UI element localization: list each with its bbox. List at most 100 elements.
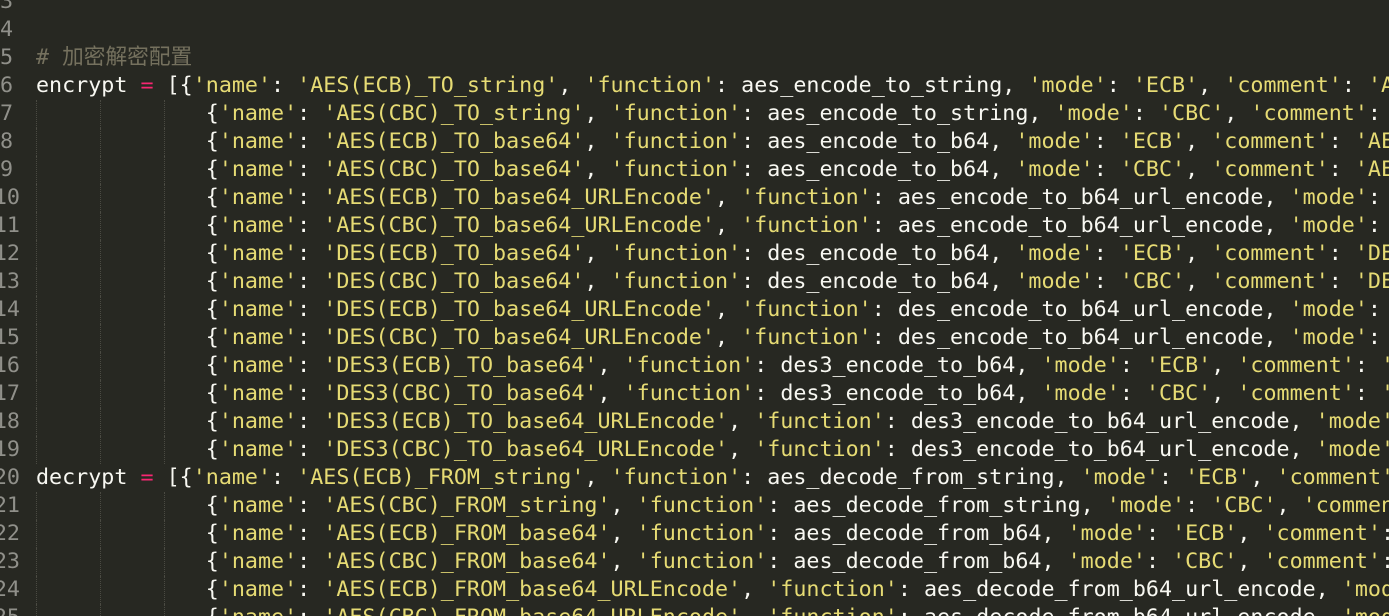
code-line[interactable]: 12 {'name': 'DES(ECB)_TO_base64', 'funct…: [0, 240, 1389, 268]
punctuation: :: [898, 605, 924, 616]
function-name: des3_encode_to_b64: [780, 353, 1016, 378]
indent-guide: [164, 436, 165, 464]
punctuation: ,: [1211, 381, 1238, 406]
key-string: 'mode': [1015, 129, 1094, 154]
indent-guide: [36, 492, 37, 520]
key-string: 'comment': [1263, 521, 1381, 546]
variable-name: encrypt: [36, 73, 128, 98]
indent-guide: [36, 380, 37, 408]
code-line[interactable]: 22 {'name': 'AES(ECB)_FROM_base64', 'fun…: [0, 520, 1389, 548]
key-string: 'mode': [1289, 185, 1368, 210]
code-line[interactable]: 20 decrypt = [{'name': 'AES(ECB)_FROM_str…: [0, 464, 1389, 492]
name-string: 'DES(ECB)_TO_base64_URLEncode': [323, 297, 715, 322]
punctuation: {: [36, 353, 219, 378]
indent-guide: [36, 240, 37, 268]
key-string: 'name': [218, 521, 298, 546]
indent-guide: [164, 408, 165, 436]
code-editor[interactable]: 3 4 5 # 加密解密配置 6 encrypt = [{'name': 'AES(ECB…: [0, 0, 1389, 616]
code-text: {'name': 'DES3(CBC)_TO_base64', 'functio…: [36, 380, 1389, 408]
code-line[interactable]: 18 {'name': 'DES3(ECB)_TO_base64_URLEnco…: [0, 408, 1389, 436]
mode-string: 'CBC': [1145, 381, 1212, 406]
code-line[interactable]: 3: [0, 0, 1389, 16]
code-text: {'name': 'DES(CBC)_TO_base64_URLEncode',…: [36, 324, 1389, 352]
punctuation: {: [36, 381, 219, 406]
code-line[interactable]: 11 {'name': 'AES(CBC)_TO_base64_URLEncod…: [0, 212, 1389, 240]
code-line[interactable]: 9 {'name': 'AES(CBC)_TO_base64', 'functi…: [0, 156, 1389, 184]
key-string: 'function': [741, 325, 872, 350]
punctuation: :: [1119, 381, 1146, 406]
line-number: 9: [0, 157, 14, 182]
code-text: {'name': 'DES(CBC)_TO_base64', 'function…: [36, 268, 1389, 296]
key-string: 'name': [218, 157, 298, 182]
punctuation: :: [297, 409, 324, 434]
key-string: 'function': [767, 605, 898, 616]
indent-guide: [164, 156, 165, 184]
code-line[interactable]: 4: [0, 16, 1389, 44]
function-name: aes_decode_from_b64: [793, 549, 1042, 574]
code-line[interactable]: 10 {'name': 'AES(ECB)_TO_base64_URLEncod…: [0, 184, 1389, 212]
key-string: 'name': [218, 213, 298, 238]
function-name: des_encode_to_b64: [767, 269, 990, 294]
punctuation: :: [884, 409, 911, 434]
key-string: 'name': [218, 549, 298, 574]
key-string: 'comment': [1211, 269, 1329, 294]
punctuation: :: [1354, 381, 1381, 406]
indent-guide: [164, 184, 165, 212]
key-string: 'function': [610, 101, 742, 126]
punctuation: ,: [610, 493, 637, 518]
punctuation: ,: [715, 325, 742, 350]
comment-string: 'DE: [1381, 381, 1389, 406]
code-line[interactable]: 7 {'name': 'AES(CBC)_TO_string', 'functi…: [0, 100, 1389, 128]
punctuation: :: [741, 269, 768, 294]
punctuation: :: [297, 437, 324, 462]
name-string: 'AES(CBC)_TO_string': [323, 101, 585, 126]
indent-guide: [164, 520, 165, 548]
code-text: {'name': 'AES(CBC)_TO_base64_URLEncode',…: [36, 212, 1389, 240]
code-line[interactable]: 16 {'name': 'DES3(ECB)_TO_base64', 'func…: [0, 352, 1389, 380]
key-string: 'mode': [1067, 521, 1146, 546]
indent-guide: [164, 604, 165, 616]
punctuation: :: [871, 185, 898, 210]
function-name: aes_decode_from_string: [793, 493, 1081, 518]
code-line[interactable]: 17 {'name': 'DES3(CBC)_TO_base64', 'func…: [0, 380, 1389, 408]
punctuation: ,: [1263, 325, 1290, 350]
indent-guide: [164, 352, 165, 380]
indent-guide: [164, 380, 165, 408]
punctuation: ,: [1041, 521, 1068, 546]
punctuation: ,: [584, 129, 611, 154]
code-line[interactable]: 6 encrypt = [{'name': 'AES(ECB)_TO_string…: [0, 72, 1389, 100]
code-line[interactable]: 21 {'name': 'AES(CBC)_FROM_string', 'fun…: [0, 492, 1389, 520]
punctuation: {: [36, 185, 219, 210]
punctuation: {: [36, 549, 219, 574]
punctuation: :: [297, 577, 324, 602]
code-line[interactable]: 14 {'name': 'DES(ECB)_TO_base64_URLEncod…: [0, 296, 1389, 324]
key-string: 'name': [218, 297, 298, 322]
key-string: 'name': [219, 605, 297, 616]
punctuation: {: [36, 157, 219, 182]
code-line[interactable]: 24 {'name': 'AES(ECB)_FROM_base64_URLEnc…: [0, 576, 1389, 604]
code-line[interactable]: 15 {'name': 'DES(CBC)_TO_base64_URLEncod…: [0, 324, 1389, 352]
key-string: 'function': [636, 549, 768, 574]
code-line[interactable]: 25 {'name': 'AES(CBC)_FROM_base64_URLEnc…: [0, 604, 1389, 616]
punctuation: :: [1354, 353, 1381, 378]
key-string: 'function': [754, 437, 885, 462]
code-line[interactable]: 8 {'name': 'AES(ECB)_TO_base64', 'functi…: [0, 128, 1389, 156]
punctuation: :: [1159, 465, 1186, 490]
code-line[interactable]: 19 {'name': 'DES3(CBC)_TO_base64_URLEnco…: [0, 436, 1389, 464]
code-text: {'name': 'AES(CBC)_TO_base64', 'function…: [36, 156, 1389, 184]
indent-guide: [164, 548, 165, 576]
punctuation: {: [36, 437, 219, 462]
key-string: 'comment': [1224, 73, 1342, 98]
key-string: 'comment': [1211, 129, 1329, 154]
punctuation: :: [715, 73, 742, 98]
punctuation: ,: [597, 353, 624, 378]
code-line[interactable]: 23 {'name': 'AES(CBC)_FROM_base64', 'fun…: [0, 548, 1389, 576]
key-string: 'comment': [1302, 493, 1389, 518]
code-line[interactable]: 13 {'name': 'DES(CBC)_TO_base64', 'funct…: [0, 268, 1389, 296]
punctuation: ,: [610, 549, 637, 574]
line-number: 11: [0, 213, 20, 238]
code-line[interactable]: 5 # 加密解密配置: [0, 44, 1389, 72]
punctuation: :: [1145, 521, 1173, 546]
name-string: 'DES3(ECB)_TO_base64': [323, 353, 598, 378]
